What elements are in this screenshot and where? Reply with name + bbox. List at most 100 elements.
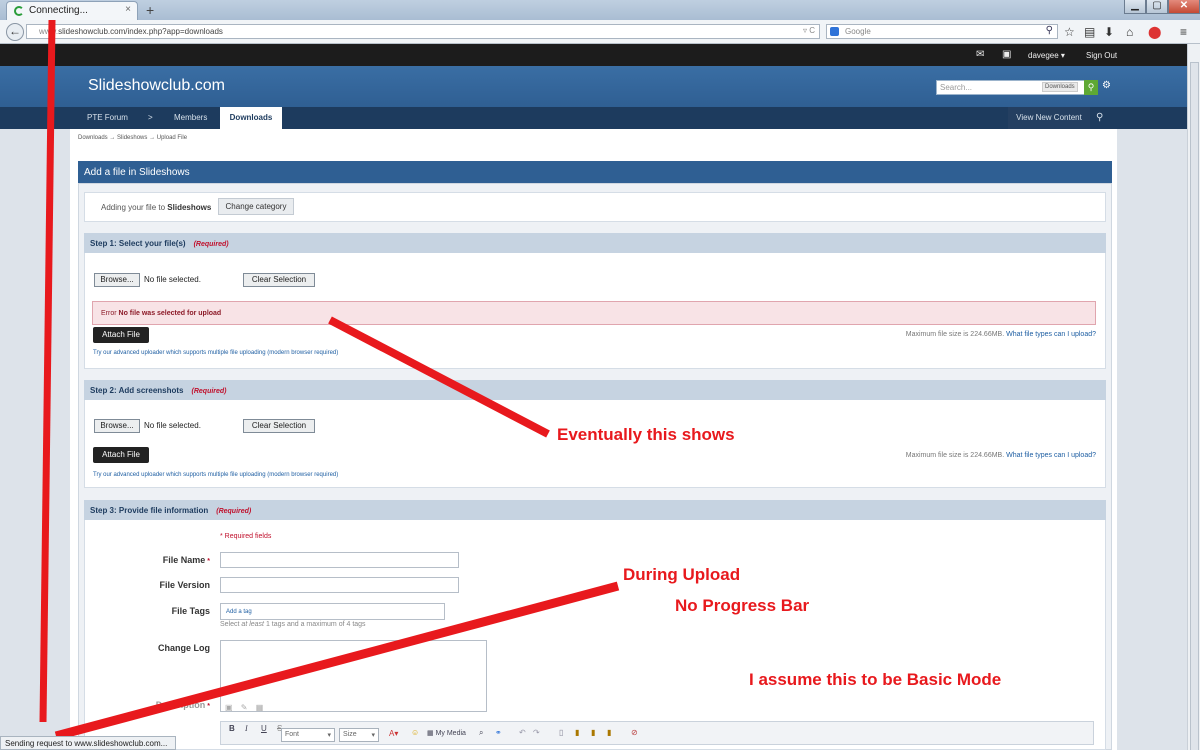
source-icon[interactable]: ▣ <box>225 703 233 712</box>
file-version-input[interactable] <box>220 577 459 593</box>
font-select-value: Font <box>285 731 300 738</box>
remove-format-icon[interactable]: ⊘ <box>631 728 638 737</box>
breadcrumb-downloads[interactable]: Downloads <box>78 135 108 141</box>
sign-out-link[interactable]: Sign Out <box>1086 51 1117 60</box>
menu-icon[interactable]: ≡ <box>1180 25 1187 39</box>
redo-icon[interactable]: ↷ <box>533 728 540 737</box>
change-category-button[interactable]: Change category <box>218 198 294 215</box>
search-scope[interactable]: Downloads <box>1042 82 1078 92</box>
downloads-icon[interactable]: ⬇ <box>1104 25 1114 39</box>
annotation-during-upload: During Upload <box>623 565 741 584</box>
bookmark-star-icon[interactable]: ☆ <box>1064 25 1075 39</box>
change-log-label: Change Log <box>158 643 210 653</box>
clear-selection-button[interactable]: Clear Selection <box>243 273 315 287</box>
emoticon-icon[interactable]: ☺ <box>411 728 419 737</box>
find-icon[interactable]: ⌕ <box>479 728 483 738</box>
underline-icon[interactable]: U <box>261 724 267 733</box>
advanced-uploader-link[interactable]: Try our advanced uploader which supports… <box>93 350 338 356</box>
tags-hint-a: Select <box>220 621 240 628</box>
tags-input[interactable]: Add a tag <box>220 603 445 620</box>
annotation-eventually: Eventually this shows <box>557 425 735 444</box>
notifications-icon[interactable]: ▣ <box>1002 49 1011 60</box>
view-new-content-link[interactable]: View New Content <box>1008 107 1090 129</box>
clear-selection-button[interactable]: Clear Selection <box>243 419 315 433</box>
adblock-icon[interactable]: ⬤ <box>1148 25 1161 39</box>
bold-icon[interactable]: B <box>229 724 235 733</box>
username: davegee <box>1028 51 1059 60</box>
advanced-uploader-link[interactable]: Try our advanced uploader which supports… <box>93 472 338 478</box>
page-scrollbar[interactable] <box>1187 44 1200 750</box>
undo-icon[interactable]: ↶ <box>519 728 526 737</box>
search-icon[interactable]: ⚲ <box>1046 25 1053 36</box>
breadcrumb-sep: → <box>109 135 116 141</box>
required-tag: (Required) <box>216 508 252 515</box>
paste-text-icon[interactable]: ▮ <box>591 728 595 737</box>
nav-members[interactable]: Members <box>174 107 207 129</box>
inbox-icon[interactable]: ✉ <box>976 49 984 60</box>
nav-downloads[interactable]: Downloads <box>220 107 282 129</box>
attach-file-button[interactable]: Attach File <box>93 447 149 463</box>
file-name-input[interactable] <box>220 552 459 568</box>
tags-hint-em: at least <box>241 621 264 628</box>
italic-icon[interactable]: I <box>245 724 248 733</box>
link-icon[interactable]: ⚭ <box>495 728 502 737</box>
file-name-label-text: File Name <box>162 555 206 565</box>
tags-hint: Select at least 1 tags and a maximum of … <box>220 621 366 628</box>
change-log-textarea[interactable] <box>220 640 487 712</box>
breadcrumb: Downloads → Slideshows → Upload File <box>78 135 187 141</box>
required-fields-note: * Required fields <box>220 533 272 540</box>
file-version-label: File Version <box>159 580 210 590</box>
file-types-link[interactable]: What file types can I upload? <box>1006 452 1096 459</box>
attach-file-button[interactable]: Attach File <box>93 327 149 343</box>
paste-word-icon[interactable]: ▮ <box>607 728 611 737</box>
my-media-label: My Media <box>435 730 466 737</box>
home-icon[interactable]: ⌂ <box>1126 25 1133 39</box>
map-pin-icon[interactable]: ⚲ <box>1096 107 1103 129</box>
browse-button[interactable]: Browse... <box>94 419 140 433</box>
category-label: Adding your file to Slideshows <box>101 203 211 212</box>
url-prefix: www. <box>39 27 59 36</box>
image-icon[interactable]: ▦ <box>256 703 264 712</box>
minimize-icon[interactable]: ▁ <box>1124 0 1146 14</box>
browser-search-placeholder: Google <box>845 27 871 36</box>
back-arrow-icon[interactable]: ← <box>6 23 24 41</box>
browser-status-bar: Sending request to www.slideshowclub.com… <box>0 736 176 750</box>
browse-button[interactable]: Browse... <box>94 273 140 287</box>
close-tab-icon[interactable]: × <box>125 4 131 15</box>
annotation-basic-mode: I assume this to be Basic Mode <box>749 670 1002 689</box>
cut-icon[interactable]: ▯ <box>559 728 563 737</box>
size-select[interactable]: Size ▾ <box>339 728 379 742</box>
file-types-link[interactable]: What file types can I upload? <box>1006 331 1096 338</box>
reload-icon[interactable]: ▿ C <box>803 26 815 35</box>
category-name: Slideshows <box>167 203 212 212</box>
nav-pte-forum[interactable]: PTE Forum <box>87 107 128 129</box>
address-bar[interactable]: www.slideshowclub.com/index.php?app=down… <box>26 24 820 39</box>
my-media-button[interactable]: ▦ My Media <box>427 729 466 737</box>
tab-title: Connecting... <box>29 5 88 16</box>
max-size-note: Maximum file size is 224.66MB. What file… <box>796 452 1096 459</box>
site-logo[interactable]: Slideshowclub.com <box>88 77 225 95</box>
error-prefix: Error <box>101 310 117 317</box>
maximize-icon[interactable]: ▢ <box>1146 0 1168 14</box>
paste-icon[interactable]: ▮ <box>575 728 579 737</box>
text-color-icon[interactable]: A▾ <box>389 729 398 738</box>
search-go-button[interactable]: ⚲ <box>1084 80 1098 95</box>
search-options-gear-icon[interactable]: ⚙ <box>1102 80 1111 91</box>
breadcrumb-slideshows[interactable]: Slideshows <box>117 135 147 141</box>
close-window-icon[interactable]: ✕ <box>1168 0 1200 14</box>
nav-separator: > <box>148 113 153 122</box>
new-tab-button[interactable]: + <box>146 2 154 18</box>
eraser-icon[interactable]: ✎ <box>241 703 248 712</box>
breadcrumb-upload-file: Upload File <box>156 135 188 141</box>
user-menu[interactable]: davegee ▾ <box>1028 51 1065 60</box>
scrollbar-thumb[interactable] <box>1190 62 1199 750</box>
font-select[interactable]: Font ▾ <box>281 728 335 742</box>
browser-tab[interactable]: Connecting... × <box>6 1 138 20</box>
max-size-note: Maximum file size is 224.66MB. What file… <box>796 331 1096 338</box>
step3-header: Step 3: Provide file information (Require… <box>84 500 1106 520</box>
step3-title: Step 3: Provide file information <box>90 506 209 515</box>
browser-search-field[interactable]: Google ⚲ <box>826 24 1058 39</box>
bookmarks-menu-icon[interactable]: ▤ <box>1084 25 1095 39</box>
file-name-label: File Name * <box>80 555 210 565</box>
annotation-no-progress: No Progress Bar <box>675 596 810 615</box>
